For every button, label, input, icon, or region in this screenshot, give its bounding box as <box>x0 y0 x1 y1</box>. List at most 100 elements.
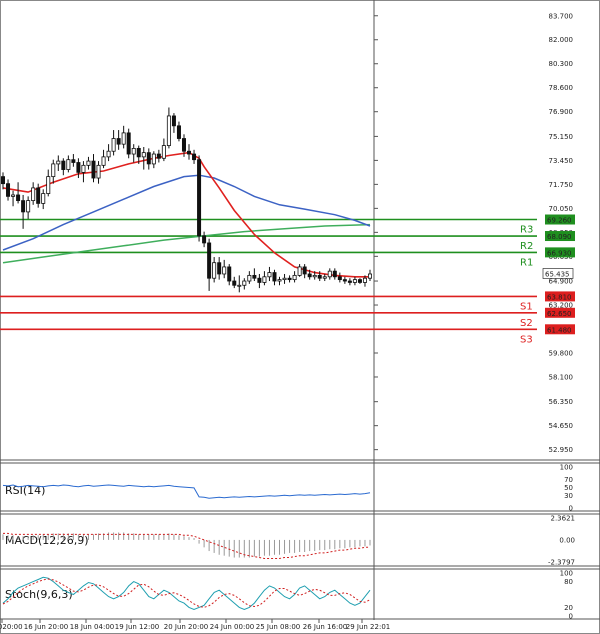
candle-bull <box>96 164 101 179</box>
candle-bear <box>146 152 151 165</box>
stoch-tick-label: 20 <box>564 604 573 612</box>
candle-bear <box>136 147 141 158</box>
time-label: 24 Jun 00:00 <box>210 623 254 631</box>
candle-bull <box>81 164 86 173</box>
candle-bear <box>76 162 81 173</box>
time-label: 19 Jun 12:00 <box>115 623 159 631</box>
candle-bear <box>6 183 11 197</box>
time-label: 29 Jun 22:01 <box>346 623 390 631</box>
rsi-line <box>2 484 371 499</box>
level-price-r2: 68.090 <box>547 233 572 241</box>
ma-mid-line <box>2 174 371 251</box>
macd-label: MACD(12,26,9) <box>5 534 89 547</box>
level-name-r1: R1 <box>520 257 533 268</box>
level-name-s1: S1 <box>520 301 533 312</box>
candle-bull <box>367 273 372 279</box>
candle-bear <box>71 159 76 163</box>
candle-bear <box>257 277 262 283</box>
price-tick-label: 82.000 <box>549 36 574 44</box>
time-label: 18 Jun 04:00 <box>70 623 114 631</box>
last-price-label: 65.435 <box>545 270 570 278</box>
candle-bull <box>151 153 156 165</box>
candle-bull <box>51 163 56 178</box>
candle-bull <box>297 266 302 276</box>
stoch-tick-label: 0 <box>569 613 573 621</box>
level-price-s2: 62.650 <box>547 310 572 318</box>
candle-bear <box>217 262 222 275</box>
candle-bear <box>197 159 202 237</box>
level-price-s3: 61.480 <box>547 326 572 334</box>
candle-bear <box>272 272 277 282</box>
price-tick-label: 75.150 <box>549 133 574 141</box>
rsi-tick-label: 50 <box>564 484 573 492</box>
candle-bear <box>337 276 342 281</box>
candle-bull <box>277 279 282 282</box>
rsi-tick-label: 30 <box>564 492 573 500</box>
macd-tick-label: -2.3797 <box>548 559 575 567</box>
candle-bear <box>21 200 26 213</box>
candle-bull <box>121 132 126 145</box>
candle-bull <box>242 280 247 286</box>
price-tick-label: 52.950 <box>549 446 574 454</box>
candle-bear <box>126 132 131 155</box>
candle-bull <box>56 160 61 165</box>
stoch-tick-label: 100 <box>560 570 573 578</box>
candle-bear <box>342 279 347 282</box>
price-tick-label: 54.650 <box>549 422 574 430</box>
price-tick-label: 56.350 <box>549 398 574 406</box>
candle-bear <box>317 274 322 279</box>
candle-bull <box>352 279 357 283</box>
time-label: 26 Jun 16:00 <box>303 623 347 631</box>
level-name-s3: S3 <box>520 334 533 345</box>
candle-bull <box>212 262 217 279</box>
candle-bull <box>247 274 252 282</box>
candle-bull <box>106 150 111 158</box>
time-label: 20 Jun 20:00 <box>164 623 208 631</box>
price-tick-label: 83.700 <box>549 12 574 20</box>
candle-bear <box>347 280 352 283</box>
candle-bull <box>11 194 16 197</box>
candle-bull <box>46 176 51 194</box>
candle-bear <box>252 274 257 279</box>
candle-bear <box>287 277 292 281</box>
candle-bull <box>267 272 272 278</box>
candle-bull <box>262 276 267 283</box>
candle-bull <box>141 152 146 158</box>
candle-bear <box>227 266 232 282</box>
candle-bear <box>232 280 237 286</box>
candle-bear <box>187 150 192 155</box>
level-name-r3: R3 <box>520 225 533 236</box>
chart-root: RSI(14) MACD(12,26,9) Stoch(9,6,3) 83.70… <box>0 0 600 634</box>
candle-bull <box>362 277 367 283</box>
time-label: 16 Jun 20:00 <box>24 623 68 631</box>
price-tick-label: 73.450 <box>549 157 574 165</box>
time-label: 2020:00 <box>0 623 23 631</box>
candle-bull <box>66 159 71 170</box>
candle-bull <box>292 274 297 281</box>
price-tick-label: 70.050 <box>549 205 574 213</box>
candle-bull <box>86 160 91 166</box>
price-tick-label: 80.300 <box>549 60 574 68</box>
rsi-tick-label: 0 <box>569 505 573 513</box>
rsi-tick-label: 100 <box>560 464 573 472</box>
candle-bull <box>322 276 327 279</box>
candle-bear <box>0 176 6 185</box>
level-name-r2: R2 <box>520 241 533 252</box>
price-tick-label: 71.750 <box>549 181 574 189</box>
stoch-tick-label: 80 <box>564 578 573 586</box>
level-name-s2: S2 <box>520 318 533 329</box>
candle-bear <box>207 242 212 279</box>
candle-bull <box>131 147 136 155</box>
time-label: 25 Jun 08:00 <box>256 623 300 631</box>
candle-bull <box>282 277 287 281</box>
level-price-s1: 63.810 <box>547 293 572 301</box>
candle-bear <box>116 138 121 145</box>
price-tick-label: 78.600 <box>549 84 574 92</box>
candle-bull <box>166 115 171 146</box>
rsi-tick-label: 70 <box>564 476 573 484</box>
candle-bear <box>176 125 181 139</box>
macd-tick-label: 0.00 <box>559 536 575 544</box>
level-price-r1: 66.930 <box>547 249 572 257</box>
price-tick-label: 76.900 <box>549 108 574 116</box>
candle-bull <box>111 138 116 152</box>
